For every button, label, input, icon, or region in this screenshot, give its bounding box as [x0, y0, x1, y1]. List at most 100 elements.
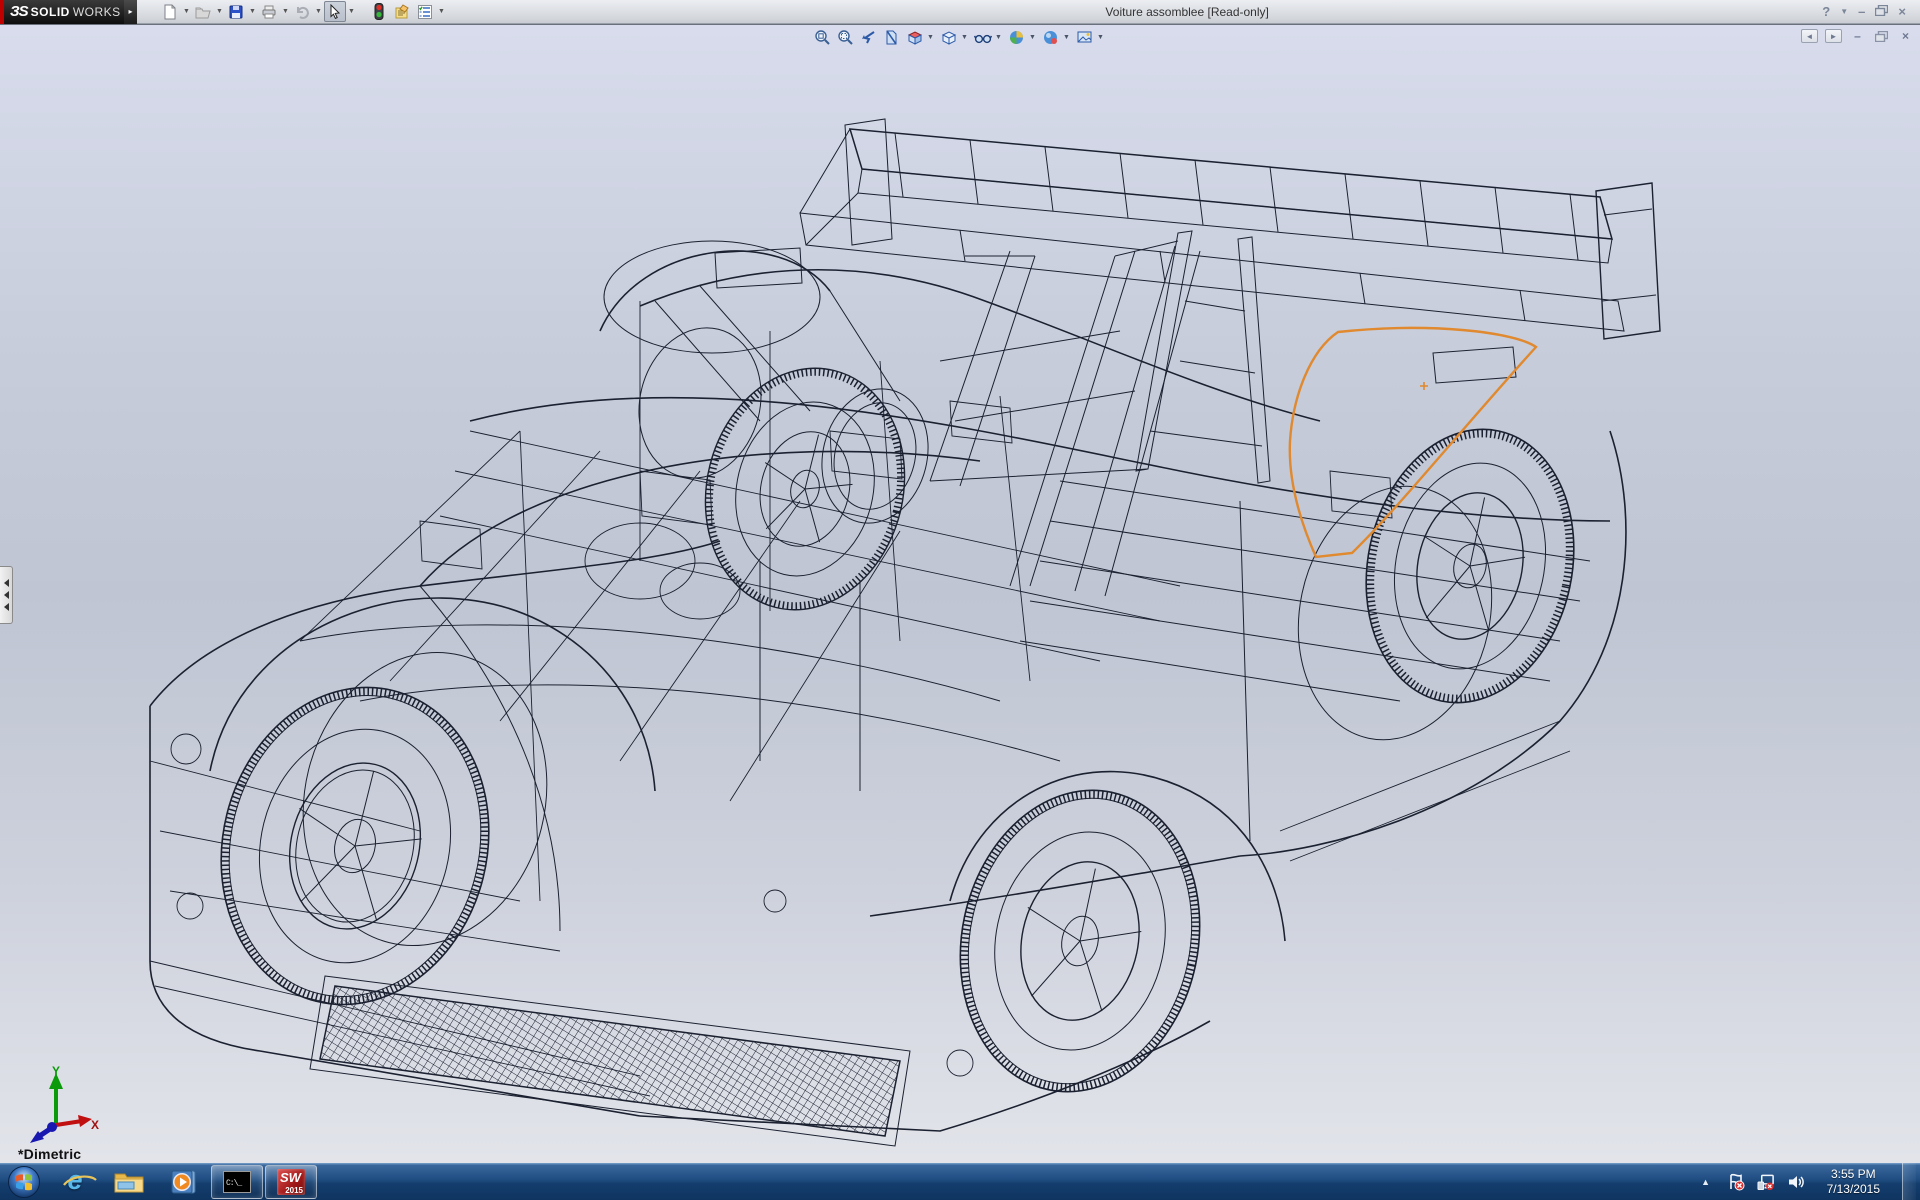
- taskbar-item-media-player[interactable]: [157, 1165, 209, 1199]
- folder-icon: [114, 1170, 144, 1194]
- dropdown-arrow-icon[interactable]: ▼: [995, 34, 1004, 41]
- zoom-to-area-button[interactable]: [835, 28, 856, 47]
- dropdown-arrow-icon[interactable]: ▼: [1063, 34, 1072, 41]
- edit-appearance-icon: [1008, 29, 1025, 46]
- dropdown-arrow-icon[interactable]: ▼: [961, 34, 970, 41]
- wheel-front-left[interactable]: [188, 626, 577, 1033]
- section-view-button[interactable]: [881, 28, 902, 47]
- zoom-to-fit-button[interactable]: [812, 28, 833, 47]
- dropdown-arrow-icon[interactable]: ▼: [927, 34, 936, 41]
- wing-struts: [930, 231, 1270, 596]
- zoom-to-area-icon: [837, 29, 854, 46]
- print-icon: [261, 4, 277, 20]
- taskbar-item-internet-explorer[interactable]: e: [49, 1165, 101, 1199]
- dropdown-arrow-icon[interactable]: ▼: [314, 1, 323, 22]
- section-view-icon: [883, 29, 900, 46]
- help-button[interactable]: ?: [1822, 4, 1830, 19]
- svg-text:X: X: [91, 1118, 99, 1132]
- next-document-button[interactable]: ►: [1825, 29, 1842, 43]
- close-button[interactable]: ×: [1898, 4, 1906, 19]
- minimize-document-button[interactable]: –: [1849, 29, 1866, 43]
- solidworks-logo-bold: SOLID: [31, 5, 70, 19]
- zoom-to-fit-icon: [814, 29, 831, 46]
- taskbar-item-command-prompt[interactable]: C:\_: [211, 1165, 263, 1199]
- restore-document-button[interactable]: [1873, 29, 1890, 43]
- taskbar-clock[interactable]: 3:55 PM 7/13/2015: [1817, 1167, 1890, 1197]
- wheel-rear-right[interactable]: [1275, 410, 1598, 758]
- system-tray: ▲ 3:55 PM 7/13/2015: [1697, 1163, 1920, 1200]
- new-document-button[interactable]: [159, 1, 181, 22]
- internet-explorer-icon: e: [67, 1170, 82, 1194]
- view-orientation-label: *Dimetric: [18, 1146, 81, 1162]
- show-hidden-icons-button[interactable]: ▲: [1697, 1173, 1715, 1191]
- restore-document-icon: [1875, 31, 1888, 42]
- window-title: Voiture assomblee [Read-only]: [446, 5, 1808, 19]
- windows-start-orb-icon: [7, 1165, 41, 1199]
- command-prompt-icon: C:\_: [223, 1171, 251, 1193]
- restore-icon: [1875, 5, 1888, 16]
- taskbar-item-solidworks[interactable]: SW 2015: [265, 1165, 317, 1199]
- media-player-icon: [169, 1169, 197, 1195]
- hide-show-items-button[interactable]: [972, 28, 993, 47]
- triad-y-axis: Y: [49, 1065, 63, 1125]
- save-button[interactable]: [225, 1, 247, 22]
- close-document-button[interactable]: ×: [1897, 29, 1914, 43]
- heads-up-view-toolbar: ▼ ▼ ▼ ▼ ▼: [812, 28, 1106, 47]
- document-window-controls: ◄ ► – ×: [1801, 29, 1914, 43]
- view-settings-button[interactable]: [1074, 28, 1095, 47]
- previous-document-button[interactable]: ◄: [1801, 29, 1818, 43]
- start-button[interactable]: [0, 1163, 48, 1200]
- action-center-icon[interactable]: [1727, 1173, 1745, 1191]
- previous-view-icon: [860, 29, 877, 46]
- dropdown-arrow-icon[interactable]: ▼: [347, 1, 356, 22]
- minimize-button[interactable]: –: [1858, 4, 1865, 19]
- feature-manager-collapsed-tab[interactable]: [0, 566, 13, 624]
- open-document-button[interactable]: [192, 1, 214, 22]
- wireframe-car-model[interactable]: [0, 25, 1920, 1163]
- help-dropdown-icon[interactable]: ▼: [1840, 7, 1848, 16]
- view-orientation-button[interactable]: [904, 28, 925, 47]
- display-style-button[interactable]: [938, 28, 959, 47]
- solidworks-logo-mark: ЗS: [10, 3, 28, 20]
- solidworks-app-icon: SW 2015: [277, 1169, 305, 1195]
- clock-time: 3:55 PM: [1827, 1167, 1880, 1182]
- previous-view-button[interactable]: [858, 28, 879, 47]
- show-desktop-button[interactable]: [1902, 1163, 1916, 1200]
- apply-scene-button[interactable]: [1040, 28, 1061, 47]
- dropdown-arrow-icon[interactable]: ▼: [1097, 34, 1106, 41]
- new-document-icon: [162, 4, 178, 20]
- selected-edge-highlight[interactable]: [1290, 328, 1536, 557]
- dropdown-arrow-icon[interactable]: ▼: [437, 1, 446, 22]
- rebuild-button[interactable]: [368, 1, 390, 22]
- edit-appearance-button[interactable]: [1006, 28, 1027, 47]
- windows-taskbar: e C:\_ SW 2015 ▲: [0, 1163, 1920, 1200]
- taskbar-item-windows-explorer[interactable]: [103, 1165, 155, 1199]
- hide-show-items-glasses-icon: [974, 29, 992, 46]
- ie-ring-icon: [62, 1174, 98, 1188]
- options-button[interactable]: [414, 1, 436, 22]
- dropdown-arrow-icon[interactable]: ▼: [1029, 34, 1038, 41]
- dropdown-arrow-icon[interactable]: ▼: [215, 1, 224, 22]
- menu-expand-icon[interactable]: ▸: [124, 0, 137, 24]
- wheel-rear-left[interactable]: [933, 768, 1227, 1114]
- wheel-front-right[interactable]: [623, 315, 942, 631]
- reference-triad[interactable]: Y X: [14, 1065, 100, 1149]
- print-button[interactable]: [258, 1, 280, 22]
- file-properties-button[interactable]: [391, 1, 413, 22]
- view-orientation-icon: [906, 29, 923, 46]
- cockpit-detail: [300, 241, 1590, 931]
- dropdown-arrow-icon[interactable]: ▼: [281, 1, 290, 22]
- title-bar: ЗS SOLIDWORKS ▸ ▼ ▼ ▼ ▼ ▼: [0, 0, 1920, 24]
- undo-icon: [294, 4, 310, 20]
- triad-z-axis: [30, 1122, 57, 1143]
- options-list-icon: [417, 4, 433, 20]
- dropdown-arrow-icon[interactable]: ▼: [182, 1, 191, 22]
- rear-wing[interactable]: [800, 119, 1660, 339]
- dropdown-arrow-icon[interactable]: ▼: [248, 1, 257, 22]
- select-button[interactable]: [324, 1, 346, 22]
- graphics-viewport[interactable]: ▼ ▼ ▼ ▼ ▼: [0, 24, 1920, 1163]
- restore-button[interactable]: [1875, 4, 1888, 19]
- network-status-icon[interactable]: [1757, 1173, 1775, 1191]
- volume-icon[interactable]: [1787, 1173, 1805, 1191]
- undo-button[interactable]: [291, 1, 313, 22]
